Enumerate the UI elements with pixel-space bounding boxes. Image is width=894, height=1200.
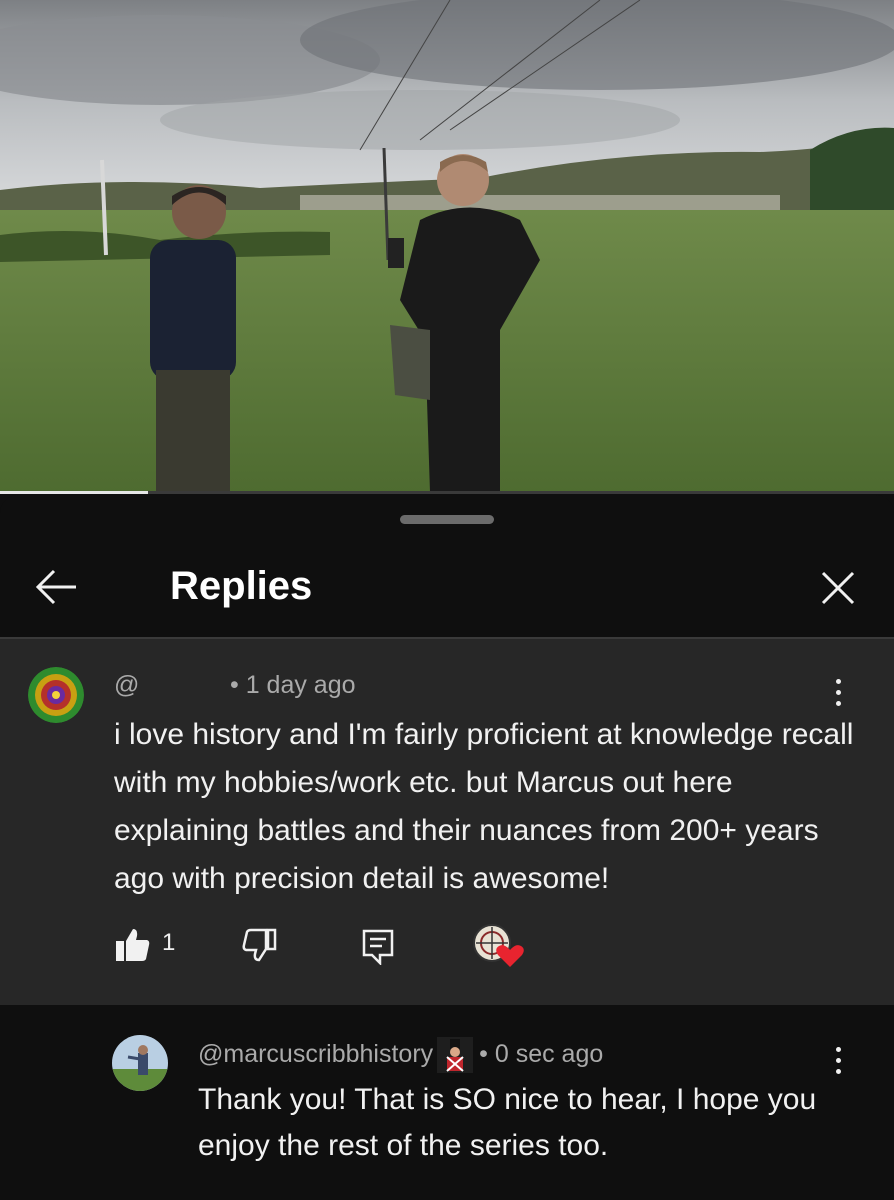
creator-heart-icon: [473, 924, 524, 967]
thumbs-up-icon: [116, 929, 150, 961]
reply-meta: @marcuscribbhistory • 0 sec ago: [198, 1035, 604, 1074]
channel-badge-icon: [437, 1037, 474, 1074]
back-button[interactable]: [32, 565, 82, 609]
more-vert-dot: [835, 690, 841, 695]
more-vert-icon: [835, 1047, 841, 1052]
close-icon: [821, 571, 855, 605]
creator-heart[interactable]: [472, 924, 532, 967]
reply-author-avatar-image: [112, 1035, 168, 1091]
dislike-button[interactable]: [242, 925, 282, 965]
close-button[interactable]: [815, 565, 861, 611]
commenter-avatar-image: [28, 667, 84, 723]
reply-icon: [362, 929, 394, 965]
more-vert-icon: [835, 679, 841, 684]
panel-title: Replies: [170, 564, 313, 608]
reply-comment: @marcuscribbhistory • 0 sec ago Thank yo…: [0, 1005, 894, 1195]
replies-header: Replies: [0, 535, 894, 635]
reply-time: • 0 sec ago: [479, 1040, 604, 1068]
comment-time: • 1 day ago: [230, 671, 356, 699]
arrow-left-icon: [35, 569, 76, 605]
like-button[interactable]: 1: [114, 925, 204, 965]
avatar[interactable]: [112, 1035, 168, 1091]
parent-comment: @ • 1 day ago i love history and I'm fair…: [0, 639, 894, 1005]
thumbs-down-icon: [242, 928, 277, 962]
more-vert-dot: [835, 701, 841, 706]
comment-author[interactable]: @: [114, 669, 230, 701]
reply-button[interactable]: [360, 925, 400, 965]
more-vert-dot: [835, 1058, 841, 1063]
comment-meta: @ • 1 day ago: [114, 669, 356, 701]
reply-text: Thank you! That is SO nice to hear, I ho…: [198, 1083, 817, 1162]
video-progress-fill: [0, 491, 148, 494]
drag-handle[interactable]: [400, 515, 494, 524]
more-options-button[interactable]: [830, 679, 846, 715]
replies-panel: Replies @ • 1 day ago i love history and…: [0, 495, 894, 1200]
video-player[interactable]: [0, 0, 894, 494]
like-count: 1: [162, 929, 176, 956]
video-progress-bar[interactable]: [0, 491, 894, 494]
video-frame: [0, 0, 894, 494]
comment-text: i love history and I'm fairly proficient…: [114, 718, 854, 895]
more-vert-dot: [835, 1069, 841, 1074]
avatar[interactable]: [28, 667, 84, 723]
reply-author[interactable]: @marcuscribbhistory: [198, 1040, 433, 1068]
